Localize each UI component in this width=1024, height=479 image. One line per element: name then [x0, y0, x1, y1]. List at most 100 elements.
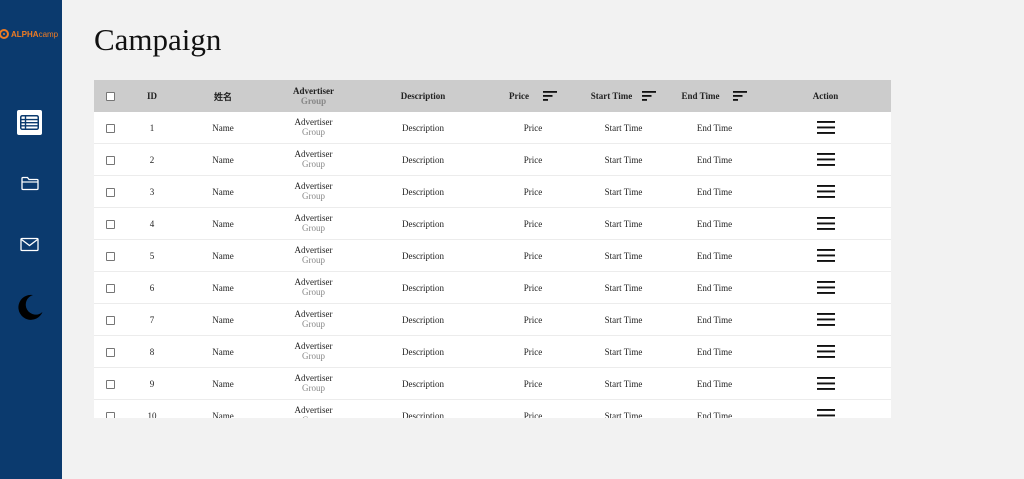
row-action-cell — [760, 175, 891, 208]
row-end-time: End Time — [669, 367, 760, 400]
row-id: 3 — [127, 175, 177, 208]
header-action: Action — [812, 91, 839, 101]
row-start-time: Start Time — [578, 112, 669, 144]
header-name: 姓名 — [213, 91, 232, 102]
row-select-cell — [94, 399, 127, 418]
nav-mail-button[interactable] — [17, 232, 42, 257]
row-description: Description — [358, 175, 488, 208]
row-description: Description — [358, 271, 488, 304]
row-name: Name — [177, 207, 269, 240]
row-price: Price — [488, 303, 578, 336]
row-end-time: End Time — [669, 207, 760, 240]
row-advertiser-cell: Advertiser Group — [269, 367, 358, 400]
row-start-time: Start Time — [578, 271, 669, 304]
row-action-menu-icon[interactable] — [816, 185, 835, 198]
row-checkbox[interactable] — [106, 347, 115, 357]
nav-list-view-button[interactable] — [17, 110, 42, 135]
row-advertiser-cell: Advertiser Group — [269, 143, 358, 176]
table-row: 3 Name Advertiser Group Description Pric… — [94, 175, 891, 208]
row-name: Name — [177, 112, 269, 144]
row-checkbox[interactable] — [106, 123, 115, 133]
dark-mode-toggle[interactable] — [15, 292, 44, 321]
row-advertiser: Advertiser — [294, 373, 333, 383]
header-group-label: Group — [300, 95, 327, 106]
row-checkbox[interactable] — [106, 315, 115, 325]
row-description: Description — [358, 399, 488, 418]
row-select-cell — [94, 239, 127, 272]
row-action-menu-icon[interactable] — [816, 281, 835, 294]
alphacamp-logo[interactable]: ALPHAcamp — [0, 29, 58, 39]
row-group: Group — [302, 383, 325, 393]
row-checkbox[interactable] — [106, 251, 115, 261]
row-price: Price — [488, 399, 578, 418]
header-price-label: Price — [509, 91, 529, 101]
row-end-time: End Time — [669, 112, 760, 144]
row-action-menu-icon[interactable] — [816, 377, 835, 390]
row-action-menu-icon[interactable] — [816, 313, 835, 326]
row-checkbox[interactable] — [106, 411, 115, 418]
sort-start-time-icon[interactable] — [642, 91, 657, 101]
header-advertiser: Advertiser Group — [269, 80, 358, 112]
row-name: Name — [177, 143, 269, 176]
row-advertiser-cell: Advertiser Group — [269, 112, 358, 144]
row-name: Name — [177, 399, 269, 418]
row-select-cell — [94, 143, 127, 176]
row-advertiser-cell: Advertiser Group — [269, 335, 358, 368]
row-checkbox[interactable] — [106, 187, 115, 197]
row-end-time: End Time — [669, 335, 760, 368]
row-advertiser-cell: Advertiser Group — [269, 271, 358, 304]
row-group: Group — [302, 127, 325, 137]
row-id: 1 — [127, 112, 177, 144]
row-checkbox[interactable] — [106, 219, 115, 229]
header-start-time: Start Time — [578, 80, 669, 112]
row-price: Price — [488, 112, 578, 144]
row-action-menu-icon[interactable] — [816, 409, 835, 418]
row-advertiser: Advertiser — [294, 405, 333, 415]
row-description: Description — [358, 335, 488, 368]
row-id: 10 — [127, 399, 177, 418]
row-price: Price — [488, 207, 578, 240]
row-price: Price — [488, 271, 578, 304]
header-start-time-label: Start Time — [590, 91, 633, 101]
sort-end-time-icon[interactable] — [733, 91, 748, 101]
row-action-cell — [760, 271, 891, 304]
moon-icon — [17, 294, 42, 320]
row-price: Price — [488, 335, 578, 368]
row-start-time: Start Time — [578, 175, 669, 208]
row-action-cell — [760, 399, 891, 418]
row-action-cell — [760, 239, 891, 272]
header-select-all — [94, 80, 127, 112]
select-all-checkbox[interactable] — [106, 92, 115, 102]
row-end-time: End Time — [669, 143, 760, 176]
row-checkbox[interactable] — [106, 283, 115, 293]
row-advertiser: Advertiser — [294, 149, 333, 159]
row-action-menu-icon[interactable] — [816, 249, 835, 262]
row-action-cell — [760, 143, 891, 176]
row-action-menu-icon[interactable] — [816, 153, 835, 166]
row-start-time: Start Time — [578, 335, 669, 368]
page-title: Campaign — [94, 22, 222, 57]
header-id: ID — [146, 91, 157, 101]
row-group: Group — [302, 319, 325, 329]
table-row: 7 Name Advertiser Group Description Pric… — [94, 303, 891, 336]
table-row: 5 Name Advertiser Group Description Pric… — [94, 239, 891, 272]
row-checkbox[interactable] — [106, 379, 115, 389]
header-description: Description — [400, 91, 446, 101]
row-action-menu-icon[interactable] — [816, 121, 835, 134]
row-description: Description — [358, 112, 488, 144]
row-group: Group — [302, 287, 325, 297]
table-row: 1 Name Advertiser Group Description Pric… — [94, 112, 891, 144]
logo-mark-icon — [0, 29, 9, 39]
sort-price-icon[interactable] — [542, 91, 557, 101]
row-id: 7 — [127, 303, 177, 336]
row-select-cell — [94, 175, 127, 208]
row-advertiser-cell: Advertiser Group — [269, 399, 358, 418]
row-name: Name — [177, 367, 269, 400]
logo-text: ALPHAcamp — [11, 30, 58, 39]
row-action-menu-icon[interactable] — [816, 217, 835, 230]
nav-folder-button[interactable] — [17, 171, 42, 196]
row-action-menu-icon[interactable] — [816, 345, 835, 358]
campaign-table-container[interactable]: ID 姓名 Advertiser Group Description Price — [94, 80, 891, 418]
row-advertiser: Advertiser — [294, 117, 333, 127]
row-checkbox[interactable] — [106, 155, 115, 165]
